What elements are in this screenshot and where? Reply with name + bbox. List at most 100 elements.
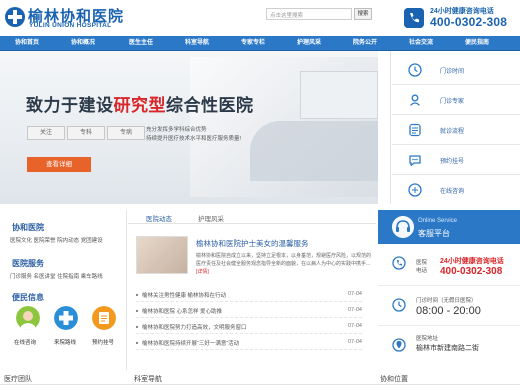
section-title-services: 医院服务 bbox=[12, 259, 44, 268]
bullet bbox=[136, 294, 138, 296]
news-date: 07-04 bbox=[347, 339, 362, 345]
news-date: 07-04 bbox=[347, 291, 362, 297]
service-phone-number[interactable]: 400-0302-308 bbox=[440, 266, 502, 277]
quick-item-label: 在线咨询 bbox=[440, 189, 465, 195]
banner-description: 充分发挥多学科综合优势 持续提升医疗技术水平和医疗服务质量! bbox=[146, 127, 242, 142]
search-button[interactable]: 搜索 bbox=[354, 8, 372, 20]
phone-icon bbox=[404, 8, 424, 28]
appointment-clipboard-icon[interactable] bbox=[92, 306, 116, 330]
nav-experts[interactable]: 专家专栏 bbox=[230, 36, 276, 50]
section-title-hospital: 协和医院 bbox=[12, 223, 44, 232]
news-date: 07-04 bbox=[347, 307, 362, 313]
nav-social[interactable]: 社会交流 bbox=[398, 36, 444, 50]
section-title-dept-nav: 科室导航 bbox=[134, 376, 162, 383]
hospital-logo[interactable]: 榆林协和医院 YULIN UNION HOSPITAL bbox=[4, 5, 123, 31]
route-cross-icon[interactable] bbox=[54, 306, 78, 330]
featured-news-image[interactable] bbox=[136, 236, 188, 274]
shortcut-label-appointment: 预约挂号 bbox=[92, 340, 115, 346]
news-tabs: 医院动态 护理风采 bbox=[128, 210, 376, 224]
link-inpatient[interactable]: 住院指南 bbox=[57, 274, 79, 280]
nav-overview[interactable]: 协和概况 bbox=[60, 36, 106, 50]
location-icon bbox=[392, 338, 406, 352]
featured-news-summary: 榆林协和医院自成立以来，坚持立足根本，以身垂范，规避医疗风险，以规范的医疗责任及… bbox=[196, 253, 372, 275]
main-nav: 协和首页 协和概况 医生主任 科室导航 专家专栏 护理风采 院务公开 社会交流 … bbox=[0, 36, 520, 51]
view-details-button[interactable]: 查看详细 bbox=[27, 157, 91, 172]
hotline-block: 24小时健康咨询电话 400-0302-308 bbox=[404, 6, 516, 32]
address-value: 榆林市新建南路二街 bbox=[416, 345, 479, 352]
nav-departments[interactable]: 科室导航 bbox=[174, 36, 220, 50]
clock-icon bbox=[392, 298, 406, 312]
hero-banner: 致力于建设研究型综合性医院 关注 专科 专病 充分发挥多学科综合优势 持续提升医… bbox=[0, 51, 378, 204]
featured-news-title[interactable]: 榆林协和医院护士美女的温馨服务 bbox=[196, 238, 309, 249]
appointment-icon bbox=[409, 155, 421, 167]
link-honors[interactable]: 医院荣誉 bbox=[34, 238, 56, 244]
quick-item-label: 预约挂号 bbox=[440, 159, 465, 165]
quick-menu: 门诊时间 门诊专家 就诊流程 预约挂号 在线咨询 bbox=[392, 51, 520, 204]
link-route[interactable]: 乘车路线 bbox=[81, 274, 103, 280]
logo-english-name: YULIN UNION HOSPITAL bbox=[29, 22, 112, 29]
section-title-medical-team: 医疗团队 bbox=[4, 376, 32, 383]
service-phone-title: 24小时健康咨询电话 bbox=[440, 258, 504, 265]
tab-nursing-style[interactable]: 护理风采 bbox=[198, 213, 224, 223]
news-list-item[interactable]: 榆林协和医院 心系怎样 爱心助推 07-04 bbox=[136, 306, 362, 318]
quick-item-consult[interactable]: 在线咨询 bbox=[392, 175, 520, 205]
online-service-en: Online Service bbox=[418, 218, 458, 224]
shortcut-label-consult: 在线咨询 bbox=[14, 340, 37, 346]
divider bbox=[0, 384, 520, 385]
banner-tag: 专科 bbox=[67, 126, 105, 140]
section-title-location: 协和位置 bbox=[380, 376, 408, 383]
clock-icon bbox=[408, 63, 422, 77]
divider bbox=[390, 51, 391, 204]
bullet bbox=[136, 326, 138, 328]
nav-nursing[interactable]: 护理风采 bbox=[286, 36, 332, 50]
process-icon bbox=[409, 123, 421, 137]
banner-headline: 致力于建设研究型综合性医院 bbox=[26, 96, 254, 115]
headset-icon bbox=[392, 216, 414, 238]
news-list-item[interactable]: 榆林协和医院持续开展“三好一满意”活动 07-04 bbox=[136, 338, 362, 350]
service-links: 门诊服务 名医讲堂 住院指南 乘车路线 bbox=[10, 272, 103, 280]
address-label: 医院地址 bbox=[416, 336, 439, 342]
news-list-item[interactable]: 榆林协和医院努力打造高效，文明服务窗口 07-04 bbox=[136, 322, 362, 334]
phone-label-2: 电话 bbox=[416, 268, 428, 274]
nav-affairs[interactable]: 院务公开 bbox=[342, 36, 388, 50]
news-list-item[interactable]: 榆林关注男性健康 榆林协和在行动 07-04 bbox=[136, 290, 362, 302]
nav-doctors[interactable]: 医生主任 bbox=[118, 36, 164, 50]
banner-tag: 关注 bbox=[27, 126, 65, 140]
consult-avatar-icon[interactable] bbox=[16, 306, 40, 330]
banner-reception-desk bbox=[250, 121, 378, 181]
hours-label: 门诊时间（无假日医院） bbox=[416, 298, 477, 304]
nav-home[interactable]: 协和首页 bbox=[4, 36, 50, 50]
online-service-cn: 客服平台 bbox=[418, 229, 450, 238]
banner-tag: 专病 bbox=[107, 126, 145, 140]
news-title: 榆林协和医院努力打造高效，文明服务窗口 bbox=[142, 325, 247, 331]
chat-icon bbox=[408, 183, 422, 197]
quick-item-process[interactable]: 就诊流程 bbox=[392, 115, 520, 145]
search-input[interactable]: 点击这里搜索 bbox=[266, 8, 352, 20]
banner-window bbox=[300, 71, 378, 119]
quick-item-appointment[interactable]: 预约挂号 bbox=[392, 145, 520, 175]
quick-item-label: 门诊时间 bbox=[440, 69, 465, 75]
nav-guide[interactable]: 便民指南 bbox=[454, 36, 500, 50]
link-culture[interactable]: 医院文化 bbox=[10, 238, 32, 244]
link-outpatient[interactable]: 门诊服务 bbox=[10, 274, 32, 280]
bullet bbox=[136, 310, 138, 312]
section-title-convenience: 便民信息 bbox=[12, 293, 44, 302]
shortcut-label-route: 来院路线 bbox=[54, 340, 77, 346]
hospital-links: 医院文化 医院荣誉 院内动态 党团建设 bbox=[10, 236, 103, 244]
phone-circle-icon bbox=[392, 256, 406, 270]
phone-label-1: 医院 bbox=[416, 260, 428, 266]
link-lectures[interactable]: 名医讲堂 bbox=[34, 274, 56, 280]
quick-item-label: 就诊流程 bbox=[440, 129, 465, 135]
link-party[interactable]: 党团建设 bbox=[81, 238, 103, 244]
news-title: 榆林关注男性健康 榆林协和在行动 bbox=[142, 293, 227, 299]
featured-news-more-link[interactable]: [详情] bbox=[196, 269, 209, 275]
left-sidebar bbox=[0, 210, 127, 370]
hospital-logo-icon bbox=[5, 7, 25, 27]
quick-item-experts[interactable]: 门诊专家 bbox=[392, 85, 520, 115]
quick-item-label: 门诊专家 bbox=[440, 99, 465, 105]
link-news[interactable]: 院内动态 bbox=[57, 238, 79, 244]
banner-headline-highlight: 研究型 bbox=[113, 96, 166, 115]
quick-item-hours[interactable]: 门诊时间 bbox=[392, 55, 520, 85]
tab-hospital-news[interactable]: 医院动态 bbox=[146, 213, 172, 223]
news-date: 07-04 bbox=[347, 323, 362, 329]
